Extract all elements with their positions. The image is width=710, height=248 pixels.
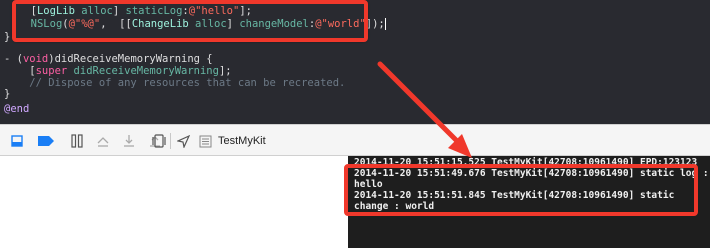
pause-icon[interactable] — [70, 133, 84, 149]
code-line: } — [4, 31, 11, 43]
code-line: // Dispose of any resources that can be … — [4, 77, 346, 89]
collapse-console-icon[interactable] — [10, 133, 24, 149]
step-into-icon[interactable] — [122, 133, 136, 149]
variables-pane[interactable] — [0, 156, 348, 248]
code-line: @end — [4, 103, 30, 115]
breakpoint-toggle-icon[interactable] — [38, 133, 54, 149]
code-line: } — [4, 88, 11, 100]
location-icon[interactable] — [176, 133, 190, 149]
step-over-icon[interactable] — [96, 133, 110, 149]
debug-toolbar: TestMyKit — [0, 124, 710, 156]
console-highlight-annotation — [344, 164, 698, 216]
target-icon — [198, 133, 212, 149]
toolbar-divider — [170, 133, 171, 149]
code-highlight-annotation — [12, 0, 368, 42]
view-hierarchy-icon[interactable] — [152, 133, 166, 149]
target-label[interactable]: TestMyKit — [218, 133, 266, 149]
